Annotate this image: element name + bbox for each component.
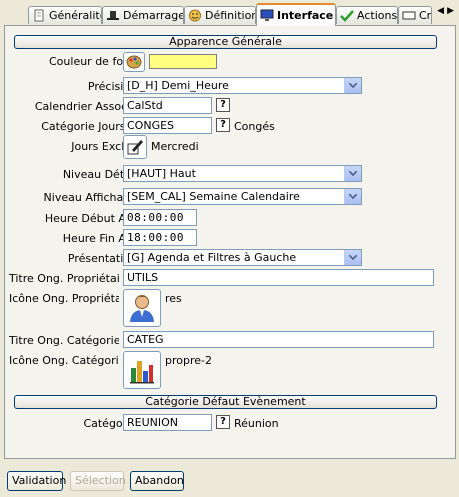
categories-tab-icon-label: Icône Ong. Catégori·· (9, 354, 119, 367)
palette-icon (126, 55, 142, 69)
end-time-field[interactable]: 18:00:00 (123, 229, 197, 246)
chevron-down-icon[interactable] (344, 250, 361, 265)
person-icon (130, 295, 154, 322)
tab-label: Actions (357, 9, 398, 22)
presentation-select[interactable]: [G] Agenda et Filtres à Gauche (123, 249, 362, 266)
field-icon (402, 11, 416, 20)
start-time-field[interactable]: 08:00:00 (123, 209, 197, 226)
display-level-select[interactable]: [SEM_CAL] Semaine Calendaire (123, 188, 362, 205)
tab-scroll-arrows: ◀▶ (437, 6, 457, 16)
calendar-help-button[interactable]: ? (216, 98, 230, 112)
event-category-help-button[interactable]: ? (216, 415, 230, 429)
tab-label: Interface (277, 9, 334, 22)
categories-tab-icon-button[interactable] (123, 351, 161, 389)
categories-tab-title-field[interactable]: CATEG (123, 331, 434, 348)
chevron-down-icon[interactable] (344, 166, 361, 181)
tab-content-panel: Apparence Générale Couleur de fond Préci… (4, 25, 456, 459)
monitor-icon (260, 9, 274, 21)
chevron-down-icon[interactable] (344, 78, 361, 93)
scroll-left-icon[interactable]: ◀ (437, 6, 447, 16)
document-icon (34, 9, 44, 22)
tab-label: Généralités (49, 9, 101, 22)
event-category-field[interactable]: REUNION (123, 414, 212, 431)
chevron-down-icon[interactable] (344, 189, 361, 204)
tab-definition[interactable]: Définition (184, 6, 256, 24)
owner-tab-icon-value: res (165, 292, 182, 305)
owner-tab-icon-button[interactable] (123, 289, 161, 327)
section-header-apparence: Apparence Générale (14, 35, 437, 49)
selection-button[interactable]: Sélection (70, 471, 126, 491)
bg-color-swatch[interactable] (149, 54, 217, 69)
owner-tab-title-field[interactable]: UTILS (123, 269, 434, 286)
categories-tab-icon-value: propre-2 (165, 354, 212, 367)
scroll-right-icon[interactable]: ▶ (447, 6, 457, 16)
owner-tab-title-label: Titre Ong. Propriétair·· (9, 272, 119, 285)
detail-level-value: [HAUT] Haut (127, 167, 196, 180)
tab-interface[interactable]: Interface (256, 3, 336, 26)
tab-actions[interactable]: Actions (336, 6, 398, 24)
abandon-button[interactable]: Abandon (130, 471, 184, 491)
bar-chart-icon (130, 361, 154, 384)
display-level-value: [SEM_CAL] Semaine Calendaire (127, 190, 300, 203)
holiday-category-field[interactable]: CONGES (123, 117, 212, 134)
owner-tab-icon-label: Icône Ong. Propriétair·· (9, 292, 119, 305)
holiday-category-help-button[interactable]: ? (216, 118, 230, 132)
palette-button[interactable] (123, 52, 145, 72)
validation-button[interactable]: Validation (7, 471, 66, 491)
tab-generalites[interactable]: Généralités (28, 6, 102, 24)
section-header-evenement: Catégorie Défaut Evènement (14, 395, 437, 409)
tab-label: Définition (205, 9, 256, 22)
precision-select[interactable]: [D_H] Demi_Heure (123, 77, 362, 94)
holiday-category-desc: Congés (234, 120, 275, 133)
precision-value: [D_H] Demi_Heure (127, 79, 229, 92)
calendar-label: Calendrier Associé (34, 100, 137, 113)
checkmark-icon (340, 10, 354, 22)
hat-icon (107, 11, 119, 20)
pen-calendar-icon (127, 140, 143, 155)
detail-level-select[interactable]: [HAUT] Haut (123, 165, 362, 182)
face-icon (189, 9, 201, 22)
excluded-days-value: Mercredi (151, 140, 199, 153)
tab-bar: Généralités Démarrage Définition Interfa… (0, 0, 459, 26)
tab-label: Démarrage (123, 9, 184, 22)
tab-label: Cr (419, 9, 432, 22)
calendar-field[interactable]: CalStd (123, 97, 212, 114)
excluded-days-button[interactable] (123, 135, 147, 159)
tab-demarrage[interactable]: Démarrage (102, 6, 184, 24)
categories-tab-title-label: Titre Ong. Catégories (9, 334, 119, 347)
event-category-desc: Réunion (234, 417, 279, 430)
presentation-value: [G] Agenda et Filtres à Gauche (127, 251, 297, 264)
tab-cr[interactable]: Cr (398, 6, 432, 24)
